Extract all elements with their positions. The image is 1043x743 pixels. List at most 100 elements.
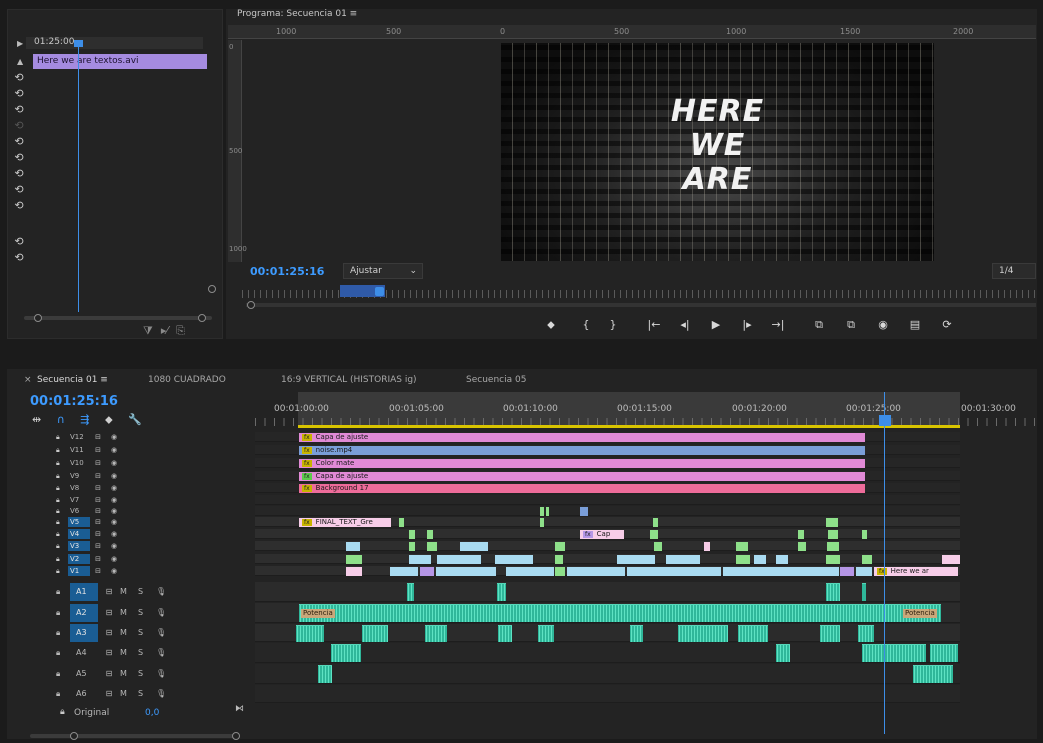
wrench-icon[interactable]: 🔧 [128,413,142,426]
clip-small[interactable] [506,567,554,576]
lock-icon[interactable]: 🔒︎ [56,566,68,576]
track-header-v4[interactable]: 🔒︎ V4 ⊟ ◉ [56,529,122,539]
step-back-icon[interactable]: ◂| [676,318,694,332]
scroll-knob-right[interactable] [198,314,206,322]
lock-icon[interactable]: 🔒︎ [56,432,68,442]
filter-icon[interactable]: ⧩ [143,324,153,337]
clip-small[interactable] [736,542,748,551]
track-header-v8[interactable]: 🔒︎ V8 ⊟ ◉ [56,483,122,493]
undo-icon[interactable]: ⟲ [13,236,25,248]
sync-lock-icon[interactable]: ⊟ [98,689,120,698]
work-area-bar[interactable] [298,425,960,428]
original-value[interactable]: 0,0 [145,708,159,718]
export-icon[interactable]: ⎘ [176,324,185,337]
sync-lock-icon[interactable]: ⊟ [90,458,106,468]
sync-lock-icon[interactable]: ⊟ [98,628,120,637]
clip-small[interactable] [409,542,415,551]
track-header-a1[interactable]: 🔒︎ A1 ⊟ M S 🎙︎ [56,583,166,601]
go-to-in-icon[interactable]: |← [645,318,663,332]
program-playhead[interactable] [375,287,384,296]
solo-button[interactable]: S [138,608,156,617]
eye-icon[interactable]: ◉ [106,566,122,576]
clip-small[interactable] [627,567,721,576]
program-timecode[interactable]: 00:01:25:16 [250,265,324,278]
scroll-knob-left[interactable] [70,732,78,740]
solo-button[interactable]: S [138,669,156,678]
clip-small[interactable] [427,530,433,539]
clip-small[interactable] [437,555,481,564]
undo-icon[interactable]: ⟲ [13,72,25,84]
clip-small[interactable] [666,555,700,564]
track-header-a3[interactable]: 🔒︎ A3 ⊟ M S 🎙︎ [56,624,166,642]
video-track-row[interactable] [255,495,960,505]
audio-clip[interactable] [497,583,506,601]
sync-lock-icon[interactable]: ⊟ [90,471,106,481]
scroll-knob-left[interactable] [247,301,255,309]
camera-icon[interactable]: ◉ [874,318,892,332]
lock-icon[interactable]: 🔒︎ [56,529,68,539]
eye-icon[interactable]: ◉ [106,529,122,539]
solo-button[interactable]: S [138,648,156,657]
sync-lock-icon[interactable]: ⊟ [90,541,106,551]
track-name[interactable]: V2 [68,554,90,564]
clip-capa-ajuste[interactable]: fx Capa de ajuste [299,433,865,442]
eye-icon[interactable]: ◉ [106,541,122,551]
clip-small[interactable] [555,555,563,564]
audio-clip[interactable] [826,583,840,601]
clip-small[interactable] [653,518,658,527]
collapse-triangle-icon[interactable]: ▲ [17,57,23,66]
eye-icon[interactable]: ◉ [106,432,122,442]
insert-icon[interactable]: ▸⁄ [161,324,168,337]
sync-lock-icon[interactable]: ⊟ [90,554,106,564]
step-forward-icon[interactable]: |▸ [738,318,756,332]
timeline-playhead[interactable] [879,415,891,426]
clip-background[interactable]: fx Background 17 [299,484,865,493]
snap-magnet-icon[interactable]: ∩ [57,413,65,426]
undo-icon[interactable]: ⟲ [13,200,25,212]
go-to-end-icon[interactable]: ⧑ [235,704,244,714]
timeline-scrollbar[interactable] [30,734,240,738]
mark-in-icon[interactable]: { [577,318,595,332]
clip-small[interactable] [555,567,565,576]
undo-icon[interactable]: ⟲ [13,168,25,180]
clip-here-we-are[interactable]: fx Here we ar [874,567,958,576]
mic-icon[interactable]: 🎙︎ [156,587,166,596]
clip-small[interactable] [580,507,588,516]
clip-small[interactable] [650,530,658,539]
lock-icon[interactable]: 🔒︎ [56,608,70,618]
source-clip[interactable]: Here we are textos.avi [33,54,207,69]
clip-small[interactable] [567,567,625,576]
track-name[interactable]: V4 [68,529,90,539]
lock-icon[interactable]: 🔒︎ [60,707,65,717]
audio-clip[interactable] [407,583,414,601]
resolution-select[interactable]: 1/4 [992,263,1036,279]
mark-out-icon[interactable]: } [604,318,622,332]
audio-clip[interactable] [425,625,447,642]
source-scrollbar[interactable] [24,316,212,320]
program-tab[interactable]: Programa: Secuencia 01 ≡ [237,9,357,19]
clip-small[interactable] [399,518,404,527]
sync-lock-icon[interactable]: ⊟ [98,608,120,617]
clip-small[interactable] [856,567,872,576]
track-name[interactable]: A5 [70,665,98,683]
audio-clip[interactable] [862,583,866,601]
undo-icon[interactable]: ⟲ [13,136,25,148]
clip-small[interactable] [776,555,788,564]
clip-small[interactable] [546,507,549,516]
lock-icon[interactable]: 🔒︎ [56,471,68,481]
extract-icon[interactable]: ⧉ [842,318,860,332]
audio-clip[interactable] [820,625,840,642]
clip-small[interactable] [840,567,854,576]
clip-small[interactable] [495,555,533,564]
tab-secuencia-05[interactable]: Secuencia 05 [466,375,526,385]
track-header-v3[interactable]: 🔒︎ V3 ⊟ ◉ [56,541,122,551]
lift-icon[interactable]: ⧉ [810,318,828,332]
program-video-frame[interactable]: HERE WE ARE [501,43,934,261]
sync-lock-icon[interactable]: ⊟ [90,566,106,576]
scroll-knob-right[interactable] [232,732,240,740]
video-track-row[interactable] [255,506,960,516]
mute-button[interactable]: M [120,608,138,617]
audio-clip[interactable] [318,665,332,683]
audio-clip[interactable] [296,625,324,642]
clip-small[interactable] [390,567,418,576]
